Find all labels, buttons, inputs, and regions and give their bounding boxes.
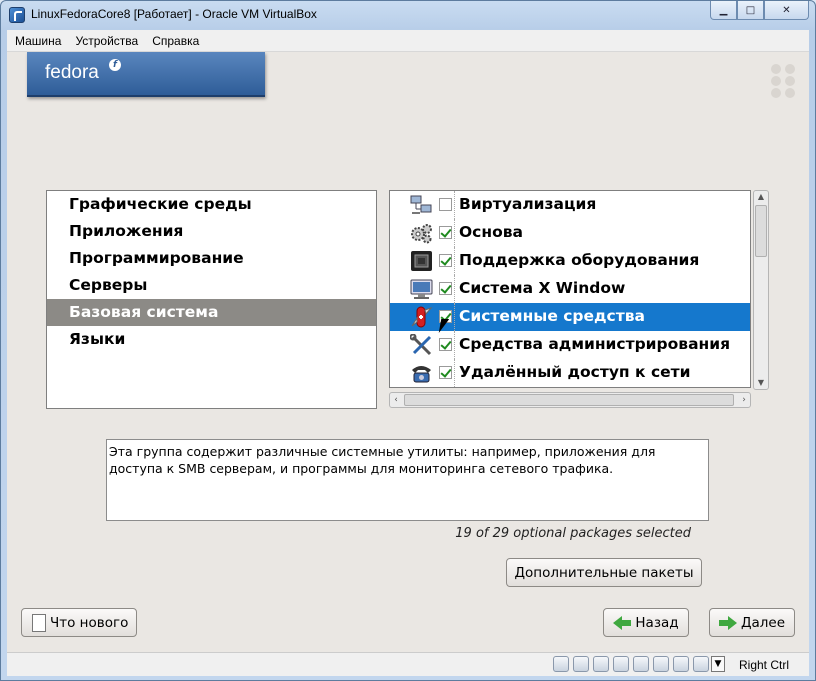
optical-drive-icon[interactable] [573, 656, 589, 672]
usb-icon[interactable] [633, 656, 649, 672]
arrow-left-icon [613, 615, 632, 630]
shared-folders-icon[interactable] [653, 656, 669, 672]
tools-icon [410, 334, 432, 356]
package-row[interactable]: Поддержка оборудования [390, 247, 750, 275]
release-notes-button[interactable]: Что нового [21, 608, 137, 637]
next-button[interactable]: Далее [709, 608, 795, 637]
close-icon: ✕ [782, 4, 791, 16]
scroll-down-icon[interactable]: ▼ [755, 377, 767, 389]
arrow-right-icon [718, 615, 737, 630]
group-item-applications[interactable]: Приложения [47, 218, 376, 245]
release-notes-label: Что нового [50, 614, 129, 631]
horizontal-scroll-thumb[interactable] [404, 394, 734, 406]
virtualbox-icon [9, 7, 25, 23]
close-button[interactable]: ✕ [764, 1, 809, 20]
package-checkbox[interactable] [439, 226, 452, 239]
mouse-integration-icon[interactable] [693, 656, 709, 672]
package-list: Виртуализация Основа Поддержка оборудова… [389, 190, 751, 388]
package-label: Поддержка оборудования [459, 251, 700, 269]
phone-icon [412, 366, 431, 383]
group-item-languages[interactable]: Языки [47, 326, 376, 353]
package-row[interactable]: Виртуализация [390, 191, 750, 219]
fedora-logo-icon: f [109, 59, 121, 71]
package-checkbox[interactable] [439, 254, 452, 267]
document-icon [32, 613, 46, 632]
maximize-icon: □ [745, 4, 756, 16]
package-row[interactable]: Основа [390, 219, 750, 247]
package-checkbox[interactable] [439, 338, 452, 351]
package-checkbox[interactable] [439, 282, 452, 295]
decorative-dots-icon [771, 64, 797, 98]
network-computers-icon [410, 195, 432, 214]
vertical-scroll-thumb[interactable] [755, 205, 767, 257]
scroll-up-icon[interactable]: ▲ [755, 191, 767, 203]
network-icon[interactable] [613, 656, 629, 672]
minimize-button[interactable]: ▁ [710, 1, 737, 20]
group-item-development[interactable]: Программирование [47, 245, 376, 272]
scroll-right-icon[interactable]: › [738, 394, 750, 406]
menu-machine[interactable]: Машина [15, 34, 61, 48]
package-label: Виртуализация [459, 195, 597, 213]
package-label: Удалённый доступ к сети [459, 363, 691, 381]
scroll-left-icon[interactable]: ‹ [390, 394, 402, 406]
next-label: Далее [740, 614, 786, 631]
package-label: Основа [459, 223, 523, 241]
monitor-icon [410, 279, 433, 299]
menu-devices[interactable]: Устройства [75, 34, 138, 48]
package-label: Система X Window [459, 279, 626, 297]
optional-packages-label: Дополнительные пакеты [514, 564, 694, 581]
vm-screen[interactable]: fedora f Графические среды Приложения Пр… [7, 52, 809, 652]
group-item-servers[interactable]: Серверы [47, 272, 376, 299]
chip-icon [411, 251, 432, 271]
group-list: Графические среды Приложения Программиро… [46, 190, 377, 409]
package-list-vertical-scrollbar[interactable]: ▲ ▼ [753, 190, 769, 390]
optional-packages-button[interactable]: Дополнительные пакеты [506, 558, 702, 587]
swiss-knife-icon [411, 306, 433, 328]
package-row[interactable]: Средства администрирования [390, 331, 750, 359]
package-label: Средства администрирования [459, 335, 731, 353]
hard-disk-icon[interactable] [553, 656, 569, 672]
status-bar: ▼ Right Ctrl [7, 652, 809, 676]
floppy-icon[interactable] [593, 656, 609, 672]
group-description: Эта группа содержит различные системные … [106, 439, 709, 521]
package-checkbox[interactable] [439, 366, 452, 379]
host-key-label: Right Ctrl [738, 658, 789, 672]
menu-bar: Машина Устройства Справка [7, 30, 809, 52]
package-checkbox[interactable] [439, 198, 452, 211]
menu-help[interactable]: Справка [152, 34, 199, 48]
package-row[interactable]: Удалённый доступ к сети [390, 359, 750, 387]
selection-count: 19 of 29 optional packages selected [455, 526, 691, 541]
group-item-graphical[interactable]: Графические среды [47, 191, 376, 218]
status-icons [553, 656, 709, 672]
window-controls: ▁ □ ✕ [710, 1, 809, 20]
virtualization-icon[interactable] [673, 656, 689, 672]
back-button[interactable]: Назад [603, 608, 689, 637]
title-bar[interactable]: LinuxFedoraCore8 [Работает] - Oracle VM … [1, 1, 815, 31]
back-label: Назад [635, 614, 679, 631]
package-list-horizontal-scrollbar[interactable]: ‹ › [389, 392, 751, 408]
gears-icon [411, 224, 432, 244]
group-item-base-system[interactable]: Базовая система [47, 299, 376, 326]
window-title: LinuxFedoraCore8 [Работает] - Oracle VM … [31, 7, 317, 21]
package-row[interactable]: Система X Window [390, 275, 750, 303]
maximize-button[interactable]: □ [737, 1, 764, 20]
fedora-logo-text: fedora [45, 62, 99, 83]
minimize-icon: ▁ [719, 4, 728, 16]
host-key-arrow-icon: ▼ [711, 656, 725, 672]
fedora-banner: fedora f [27, 52, 265, 97]
package-label: Системные средства [459, 307, 645, 325]
